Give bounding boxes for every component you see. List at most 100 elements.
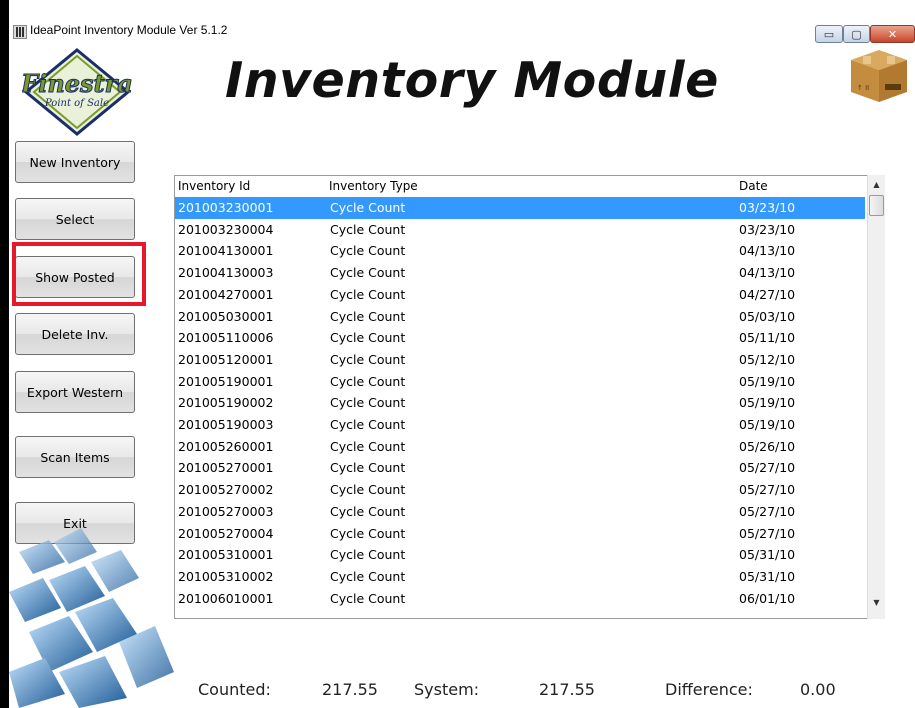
cell-id: 201004130001: [178, 243, 274, 259]
cell-id: 201005190002: [178, 395, 274, 411]
cell-type: Cycle Count: [330, 547, 406, 563]
table-row[interactable]: 201005190003 Cycle Count 05/19/10: [175, 414, 865, 436]
scan-items-button[interactable]: Scan Items: [15, 436, 135, 478]
window-title: IdeaPoint Inventory Module Ver 5.1.2: [30, 23, 228, 37]
table-row[interactable]: 201005030001 Cycle Count 05/03/10: [175, 306, 865, 328]
minimize-button[interactable]: ▭: [815, 25, 843, 43]
cell-type: Cycle Count: [330, 308, 406, 324]
cell-id: 201005270002: [178, 482, 274, 498]
cell-date: 05/12/10: [739, 351, 796, 367]
select-button[interactable]: Select: [15, 198, 135, 240]
app-window: IdeaPoint Inventory Module Ver 5.1.2 ▭ ▢…: [9, 0, 915, 708]
close-button[interactable]: ✕: [870, 25, 915, 43]
difference-value: 0.00: [800, 680, 836, 699]
column-header-date[interactable]: Date: [739, 179, 768, 193]
table-row[interactable]: 201004130001 Cycle Count 04/13/10: [175, 240, 865, 262]
inventory-grid[interactable]: Inventory Id Inventory Type Date 2010032…: [174, 175, 868, 619]
table-row[interactable]: 201005310001 Cycle Count 05/31/10: [175, 544, 865, 566]
cell-date: 05/27/10: [739, 525, 796, 541]
column-header-inventory-type[interactable]: Inventory Type: [329, 179, 418, 193]
cell-type: Cycle Count: [330, 417, 406, 432]
scroll-down-icon[interactable]: ▼: [868, 593, 885, 611]
cell-type: Cycle Count: [330, 395, 406, 411]
close-icon: ✕: [887, 27, 898, 41]
cell-date: 05/19/10: [739, 395, 796, 411]
cell-date: 04/13/10: [739, 243, 796, 259]
logo-name: Finestra: [22, 69, 132, 98]
cell-id: 201004130003: [178, 265, 274, 281]
cell-date: 04/27/10: [739, 286, 796, 302]
table-row[interactable]: 201005190001 Cycle Count 05/19/10: [175, 371, 865, 393]
finestra-logo: Finestra Point of Sale: [22, 48, 132, 136]
cell-date: 03/23/10: [739, 221, 796, 237]
cell-date: 05/31/10: [739, 547, 796, 563]
cell-date: 05/27/10: [739, 460, 796, 476]
cell-id: 201005120001: [178, 351, 274, 367]
cell-id: 201005270001: [178, 460, 274, 476]
cell-id: 201005260001: [178, 438, 274, 454]
table-row[interactable]: 201004270001 Cycle Count 04/27/10: [175, 284, 865, 306]
cell-id: 201005270003: [178, 503, 274, 519]
cell-id: 201005270004: [178, 525, 274, 541]
table-row[interactable]: 201006010001 Cycle Count 06/01/10: [175, 588, 865, 610]
minimize-icon: ▭: [823, 27, 835, 41]
table-row[interactable]: 201005260001 Cycle Count 05/26/10: [175, 436, 865, 458]
scroll-up-icon[interactable]: ▲: [868, 175, 885, 193]
cell-type: Cycle Count: [330, 568, 406, 584]
cubes-decoration-icon: [9, 528, 174, 708]
maximize-button[interactable]: ▢: [843, 25, 870, 43]
cell-date: 05/27/10: [739, 482, 796, 498]
cell-id: 201004270001: [178, 286, 274, 302]
cell-date: 05/26/10: [739, 438, 796, 454]
cell-type: Cycle Count: [330, 265, 406, 281]
cell-id: 201003230001: [178, 200, 274, 215]
difference-label: Difference:: [665, 680, 753, 699]
new-inventory-button[interactable]: New Inventory: [15, 141, 135, 183]
table-row[interactable]: 201003230004 Cycle Count 03/23/10: [175, 219, 865, 241]
cell-id: 201005110006: [178, 330, 274, 346]
cell-date: 05/31/10: [739, 568, 796, 584]
grid-header: Inventory Id Inventory Type Date: [175, 176, 867, 196]
cell-date: 05/27/10: [739, 503, 796, 519]
cell-id: 201006010001: [178, 590, 274, 606]
app-icon: [13, 25, 27, 39]
cell-date: 05/19/10: [739, 417, 796, 432]
table-row[interactable]: 201005110006 Cycle Count 05/11/10: [175, 327, 865, 349]
cell-id: 201005030001: [178, 308, 274, 324]
table-row[interactable]: 201005310002 Cycle Count 05/31/10: [175, 566, 865, 588]
cell-type: Cycle Count: [330, 482, 406, 498]
maximize-icon: ▢: [851, 27, 862, 41]
cell-date: 05/03/10: [739, 308, 796, 324]
cell-date: 05/11/10: [739, 330, 796, 346]
table-row[interactable]: 201003230001 Cycle Count 03/23/10: [175, 197, 865, 219]
cell-type: Cycle Count: [330, 286, 406, 302]
page-heading: Inventory Module: [225, 52, 719, 109]
cell-id: 201003230004: [178, 221, 274, 237]
system-value: 217.55: [539, 680, 595, 699]
table-row[interactable]: 201004130003 Cycle Count 04/13/10: [175, 262, 865, 284]
title-bar[interactable]: IdeaPoint Inventory Module Ver 5.1.2 ▭ ▢…: [9, 0, 915, 44]
cell-type: Cycle Count: [330, 330, 406, 346]
counted-label: Counted:: [198, 680, 271, 699]
export-western-button[interactable]: Export Western: [15, 371, 135, 413]
column-header-inventory-id[interactable]: Inventory Id: [178, 179, 250, 193]
cell-type: Cycle Count: [330, 525, 406, 541]
table-row[interactable]: 201005270003 Cycle Count 05/27/10: [175, 501, 865, 523]
grid-scrollbar[interactable]: ▲ ▼: [867, 175, 885, 619]
cell-type: Cycle Count: [330, 438, 406, 454]
cell-date: 04/13/10: [739, 265, 796, 281]
cell-type: Cycle Count: [330, 221, 406, 237]
show-posted-highlight: [12, 242, 146, 306]
cell-type: Cycle Count: [330, 460, 406, 476]
cell-id: 201005310001: [178, 547, 274, 563]
table-row[interactable]: 201005270001 Cycle Count 05/27/10: [175, 457, 865, 479]
delete-inventory-button[interactable]: Delete Inv.: [15, 313, 135, 355]
logo-tagline: Point of Sale: [44, 98, 109, 109]
table-row[interactable]: 201005270004 Cycle Count 05/27/10: [175, 523, 865, 545]
table-row[interactable]: 201005120001 Cycle Count 05/12/10: [175, 349, 865, 371]
table-row[interactable]: 201005270002 Cycle Count 05/27/10: [175, 479, 865, 501]
cell-type: Cycle Count: [330, 373, 406, 389]
scroll-thumb[interactable]: [869, 195, 884, 216]
table-row[interactable]: 201005190002 Cycle Count 05/19/10: [175, 392, 865, 414]
counted-value: 217.55: [322, 680, 378, 699]
